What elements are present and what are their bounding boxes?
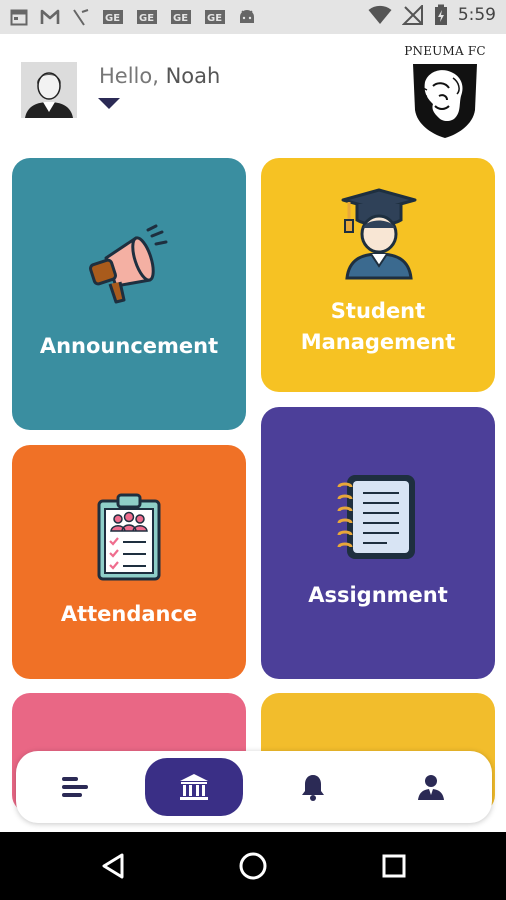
menu-icon <box>62 777 88 797</box>
bottom-nav <box>16 751 492 823</box>
greeting: Hello, Noah <box>99 64 220 88</box>
announcement-tile[interactable]: Announcement <box>12 158 246 430</box>
no-signal-icon <box>401 5 424 25</box>
avatar[interactable] <box>21 62 77 118</box>
tile-label-line1: Student <box>330 299 426 323</box>
greeting-text: Hello, <box>99 64 159 88</box>
ge-app-icon: GE <box>204 7 226 27</box>
calendar-icon <box>10 7 28 27</box>
account-dropdown-icon[interactable] <box>98 98 120 109</box>
institution-icon <box>180 774 208 800</box>
ge-app-icon: GE <box>102 7 124 27</box>
clipboard-icon <box>97 493 161 581</box>
notebook-icon <box>337 475 415 559</box>
nav-profile-button[interactable] <box>382 758 480 816</box>
system-status: 5:59 <box>368 4 496 25</box>
back-icon <box>102 853 124 879</box>
nav-menu-button[interactable] <box>26 758 124 816</box>
brand-name: PNEUMA FC <box>404 44 486 58</box>
ge-app-icon: GE <box>170 7 192 27</box>
notification-icons: GE GE GE GE <box>10 7 256 27</box>
brand: PNEUMA FC <box>402 44 488 140</box>
signal-slash-icon <box>72 7 90 27</box>
gmail-icon <box>40 7 60 27</box>
tile-label-line2: Management <box>300 330 456 354</box>
user-name: Noah <box>165 64 221 88</box>
tile-label: Attendance <box>60 602 198 626</box>
back-button[interactable] <box>96 849 130 883</box>
ge-app-icon: GE <box>136 7 158 27</box>
svg-text:GE: GE <box>173 13 188 24</box>
home-circle-icon <box>239 852 267 880</box>
nav-notifications-button[interactable] <box>264 758 362 816</box>
status-time: 5:59 <box>457 5 496 25</box>
attendance-tile[interactable]: Attendance <box>12 445 246 679</box>
graduate-icon <box>341 188 417 280</box>
megaphone-icon <box>88 224 168 304</box>
tile-label: Assignment <box>308 583 448 607</box>
battery-charging-icon <box>434 4 448 25</box>
student-management-tile[interactable]: Student Management <box>261 158 495 392</box>
recents-button[interactable] <box>377 849 411 883</box>
status-bar: GE GE GE GE 5:59 <box>0 0 506 34</box>
svg-text:GE: GE <box>139 13 154 24</box>
svg-text:GE: GE <box>207 13 222 24</box>
bell-icon <box>302 775 324 801</box>
assignment-tile[interactable]: Assignment <box>261 407 495 679</box>
user-icon <box>418 775 444 800</box>
recents-square-icon <box>382 854 406 878</box>
lion-shield-logo <box>413 64 477 138</box>
nav-home-button[interactable] <box>145 758 243 816</box>
tile-label: Announcement <box>39 334 219 358</box>
system-nav-bar <box>0 832 506 900</box>
wifi-icon <box>368 5 392 25</box>
svg-text:GE: GE <box>105 13 120 24</box>
android-icon <box>238 7 256 27</box>
home-button[interactable] <box>236 849 270 883</box>
user-avatar-icon <box>21 62 77 118</box>
